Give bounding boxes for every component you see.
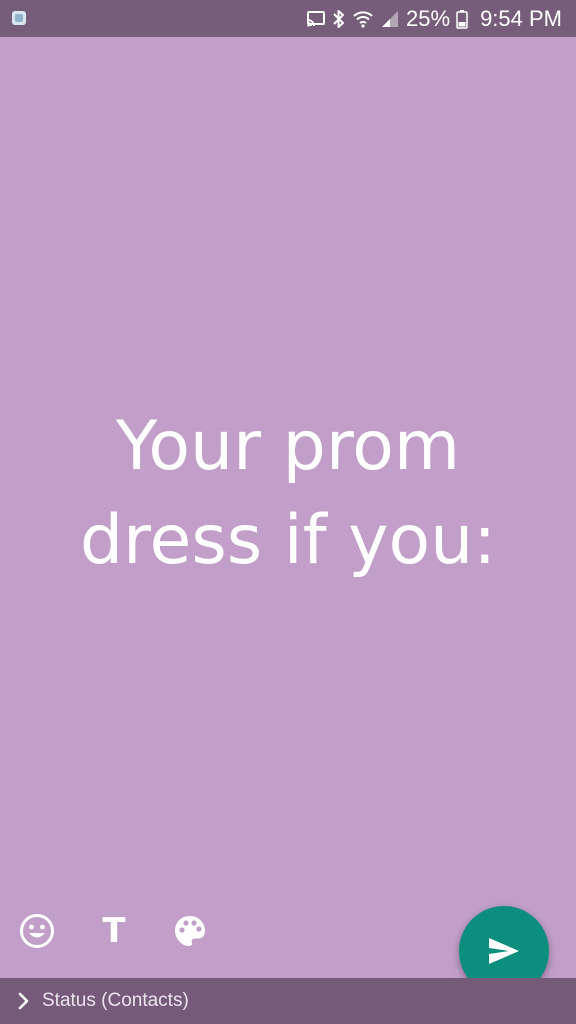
palette-icon <box>172 913 208 949</box>
text-style-button[interactable]: T <box>93 910 135 952</box>
status-text-input[interactable]: Your prom dress if you: <box>0 400 576 588</box>
background-color-button[interactable] <box>169 910 211 952</box>
wifi-icon <box>352 9 374 29</box>
audience-bar: Status (Contacts) <box>0 978 576 1024</box>
chevron-right-icon <box>18 992 30 1010</box>
emoji-icon <box>19 913 55 949</box>
battery-percent: 25% <box>406 6 451 31</box>
audience-label: Status (Contacts) <box>42 990 189 1011</box>
app-notification-icon <box>11 10 27 26</box>
text-format-icon: T <box>102 911 126 951</box>
battery-icon <box>456 9 468 29</box>
clock-time: 9:54 PM <box>480 6 562 31</box>
emoji-button[interactable] <box>16 910 58 952</box>
send-icon <box>487 936 521 966</box>
status-composer-screen: 25% 9:54 PM Your prom dress if you: T St… <box>0 0 576 1024</box>
system-status-bar: 25% 9:54 PM <box>0 0 576 37</box>
status-bar-right: 25% 9:54 PM <box>306 0 562 37</box>
bluetooth-icon <box>332 9 346 29</box>
status-audience-selector[interactable]: Status (Contacts) <box>18 990 189 1012</box>
signal-icon <box>380 9 400 29</box>
cast-icon <box>306 10 326 28</box>
